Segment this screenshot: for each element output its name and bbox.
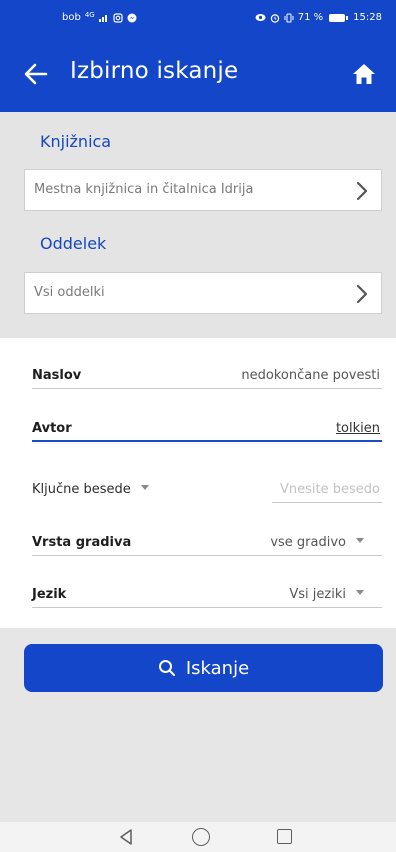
- circle-home-icon[interactable]: [192, 828, 210, 846]
- language-label: Jezik: [32, 587, 67, 602]
- square-recents-icon[interactable]: [277, 829, 292, 844]
- system-nav-bar: [0, 822, 396, 852]
- caret-down-icon: [356, 590, 364, 595]
- keywords-dropdown[interactable]: Ključne besede: [32, 482, 149, 497]
- title-label: Naslov: [32, 368, 82, 383]
- keywords-label: Ključne besede: [32, 482, 131, 497]
- library-label: Knjižnica: [40, 132, 112, 151]
- department-label: Oddelek: [40, 234, 107, 253]
- eye-icon: [255, 14, 266, 21]
- caret-down-icon: [140, 485, 149, 490]
- chevron-right-icon: [356, 284, 368, 304]
- material-type-label: Vrsta gradiva: [32, 535, 132, 550]
- library-picker[interactable]: Mestna knjižnica in čitalnica Idrija: [24, 169, 382, 211]
- material-type-underline: [32, 555, 382, 556]
- search-area: Iskanje: [0, 628, 396, 822]
- battery-percent: 71 %: [297, 12, 324, 23]
- search-icon: [158, 660, 175, 676]
- chevron-right-icon: [356, 181, 368, 201]
- battery-icon: [329, 13, 349, 22]
- carrier-name: bob: [62, 12, 81, 23]
- search-button[interactable]: Iskanje: [24, 644, 383, 692]
- keywords-field[interactable]: Ključne besede Vnesite besedo: [32, 469, 382, 503]
- department-picker[interactable]: Vsi oddelki: [24, 272, 382, 314]
- department-value: Vsi oddelki: [34, 285, 105, 300]
- status-right: 71 % 15:28: [255, 12, 382, 23]
- caret-down-icon: [356, 538, 364, 543]
- language-underline: [32, 607, 382, 608]
- clock: 15:28: [353, 12, 382, 23]
- keywords-underline: [272, 502, 382, 503]
- language-value: Vsi jeziki: [289, 587, 346, 602]
- vibrate-icon: [284, 13, 294, 22]
- status-left: bob 4G: [62, 10, 137, 23]
- home-icon[interactable]: [348, 58, 380, 90]
- signal-icon: [98, 15, 107, 22]
- material-type-select[interactable]: vse gradivo: [270, 535, 364, 550]
- messenger-icon: [127, 13, 137, 22]
- alarm-icon: [270, 13, 279, 23]
- keywords-input[interactable]: Vnesite besedo: [280, 482, 380, 497]
- signal-type: 4G: [84, 10, 95, 19]
- title-value[interactable]: nedokončane povesti: [241, 368, 380, 383]
- instagram-icon: [113, 12, 123, 23]
- status-bar: bob 4G 71 % 15:28: [0, 0, 396, 38]
- material-type-value: vse gradivo: [270, 535, 346, 550]
- author-value[interactable]: tolkien: [336, 421, 380, 436]
- arrow-left-icon[interactable]: [18, 56, 54, 92]
- author-underline: [32, 440, 382, 442]
- page-title: Izbirno iskanje: [70, 58, 239, 84]
- triangle-back-icon[interactable]: [118, 828, 134, 846]
- author-label: Avtor: [32, 421, 72, 436]
- library-filter-section: Knjižnica Mestna knjižnica in čitalnica …: [0, 112, 396, 338]
- material-type-field[interactable]: Vrsta gradiva vse gradivo: [32, 522, 382, 556]
- language-select[interactable]: Vsi jeziki: [289, 587, 364, 602]
- title-field[interactable]: Naslov nedokončane povesti: [32, 355, 382, 389]
- library-value: Mestna knjižnica in čitalnica Idrija: [34, 182, 254, 197]
- title-underline: [32, 388, 382, 389]
- search-button-label: Iskanje: [185, 657, 250, 679]
- language-field[interactable]: Jezik Vsi jeziki: [32, 574, 382, 608]
- author-field[interactable]: Avtor tolkien: [32, 408, 382, 442]
- app-bar: Izbirno iskanje: [0, 38, 396, 112]
